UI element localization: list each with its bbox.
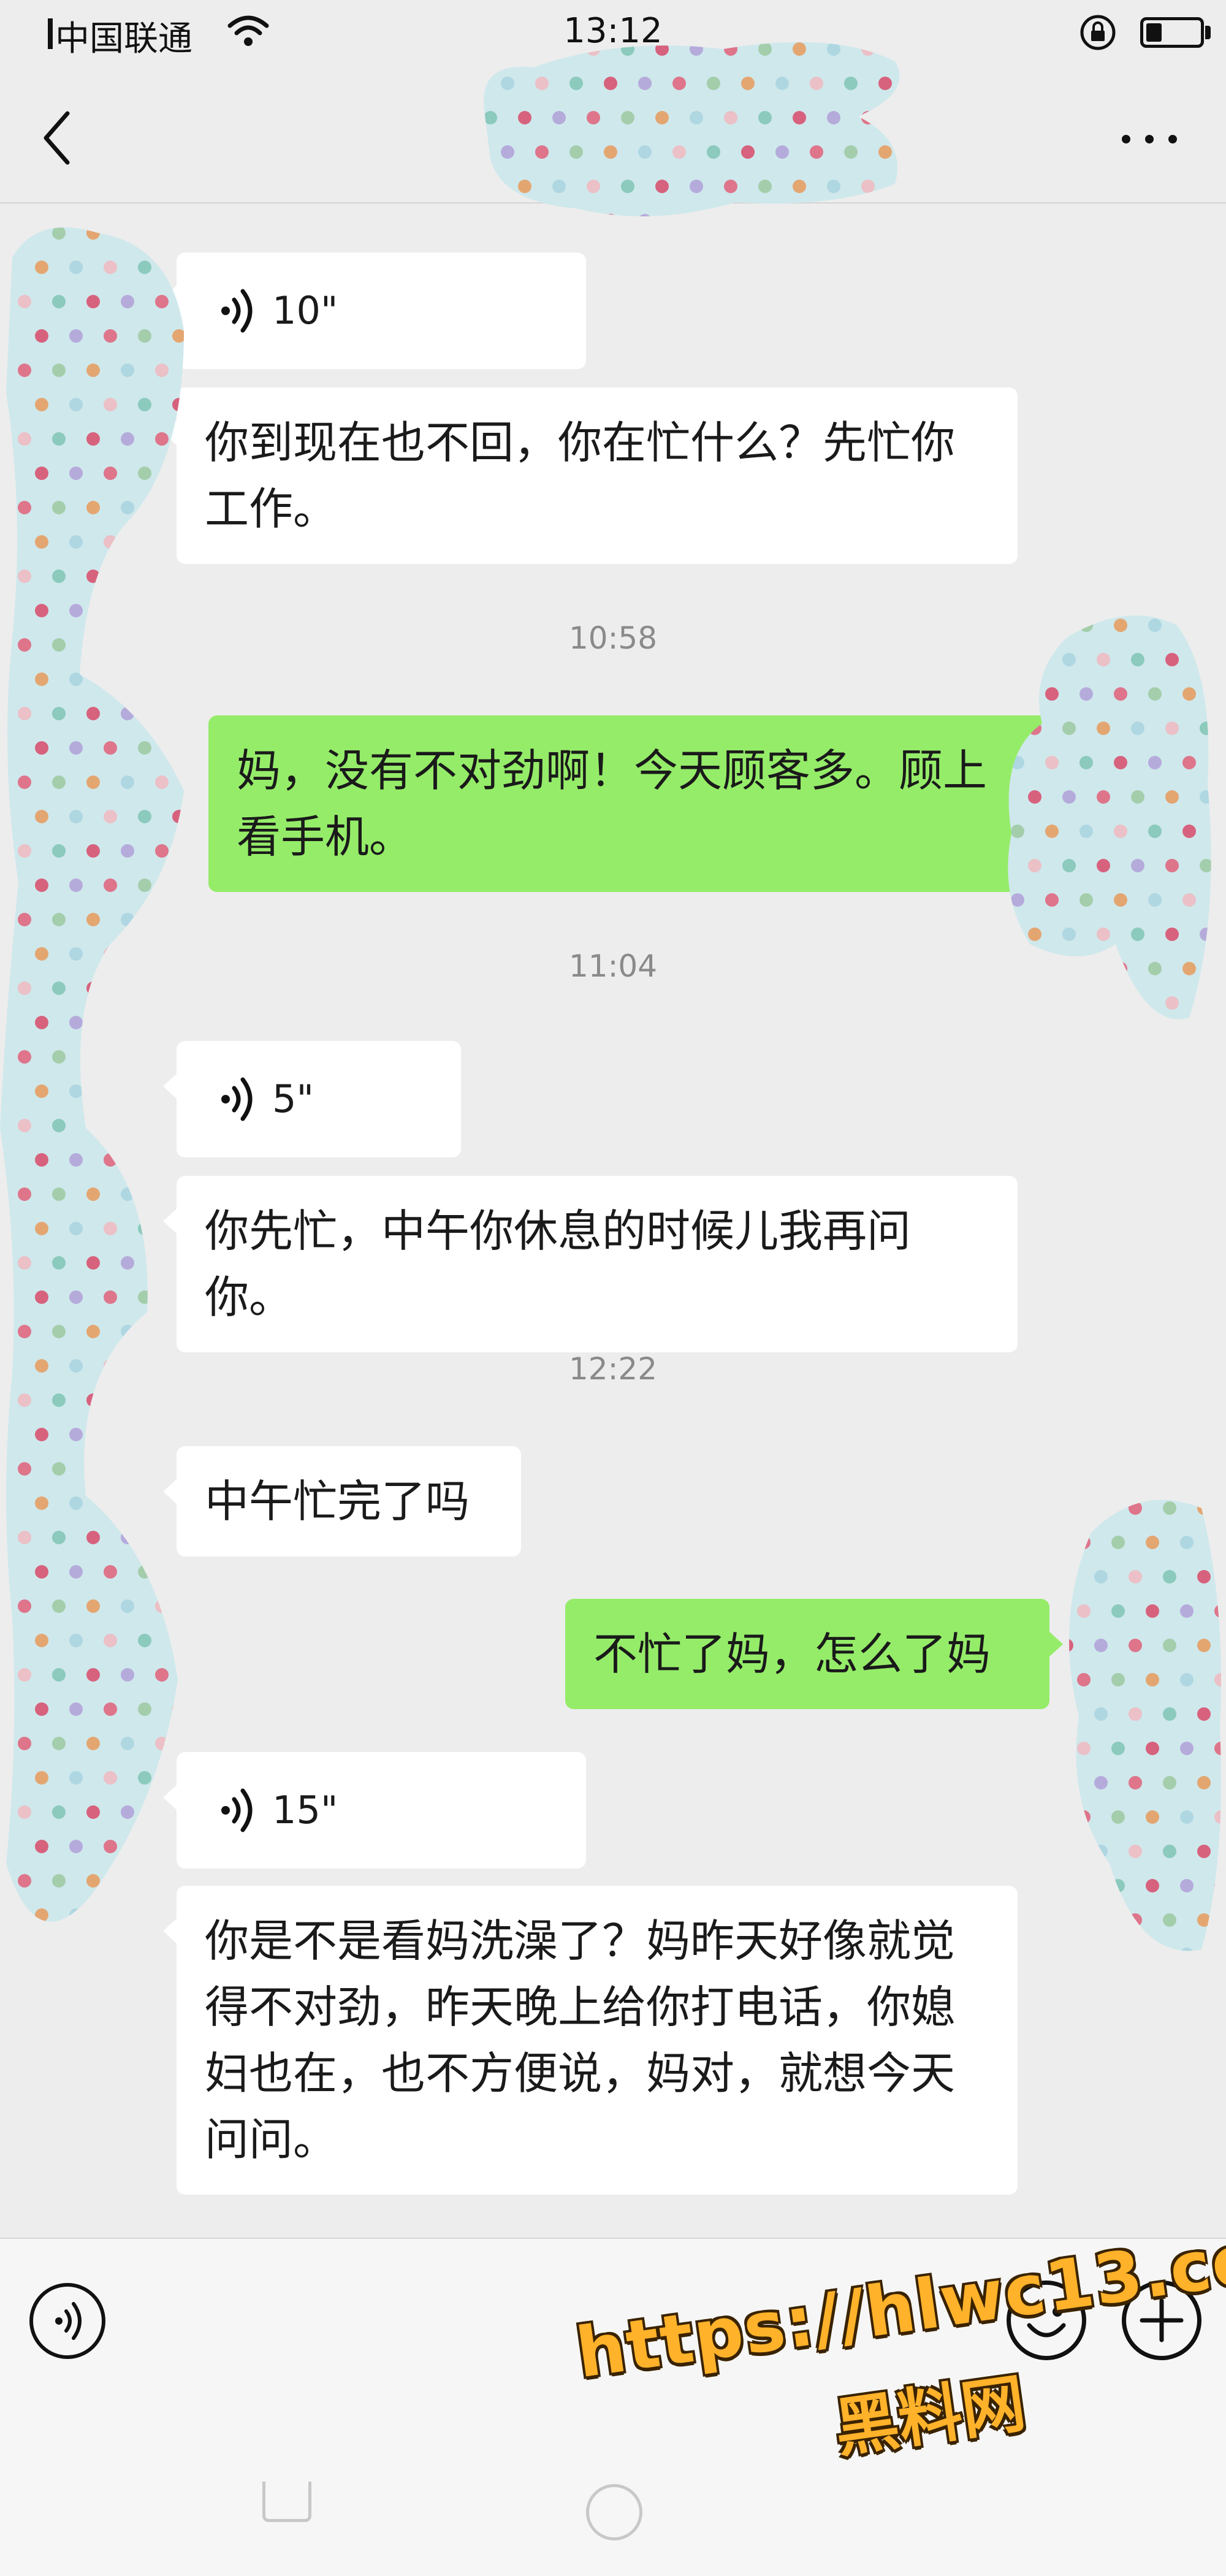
rotation-lock-icon bbox=[1080, 15, 1116, 50]
battery-icon bbox=[1140, 17, 1204, 48]
voice-wave-icon bbox=[221, 1788, 253, 1832]
battery-tip bbox=[1205, 26, 1211, 39]
redaction-mask-avatar-left-1 bbox=[0, 227, 184, 1922]
voice-wave-icon bbox=[221, 289, 253, 333]
voice-message[interactable]: 5" bbox=[163, 1041, 461, 1157]
back-button[interactable] bbox=[31, 104, 86, 172]
recent-apps-icon[interactable] bbox=[262, 2482, 311, 2522]
voice-duration: 5" bbox=[272, 1077, 314, 1121]
text-message[interactable]: 中午忙完了吗 bbox=[163, 1446, 521, 1557]
voice-duration: 15" bbox=[272, 1788, 338, 1832]
text-message[interactable]: 你是不是看妈洗澡了？妈昨天好像就觉得不对劲，昨天晚上给你打电话，你媳妇也在，也不… bbox=[163, 1886, 1018, 2195]
more-button[interactable] bbox=[1116, 110, 1183, 166]
voice-duration: 10" bbox=[272, 288, 338, 333]
battery-fill bbox=[1146, 23, 1162, 42]
watermark-name: 黑料网 bbox=[830, 2365, 1030, 2466]
redaction-mask-title bbox=[484, 42, 900, 216]
text-message[interactable]: 妈，没有不对劲啊！今天顾客多。顾上看手机。 bbox=[208, 715, 1062, 892]
voice-message[interactable]: 10" bbox=[163, 253, 586, 369]
text-message[interactable]: 你到现在也不回，你在忙什么？先忙你工作。 bbox=[163, 387, 1018, 564]
voice-message[interactable]: 15" bbox=[163, 1752, 586, 1869]
text-message[interactable]: 不忙了妈，怎么了妈 bbox=[565, 1599, 1063, 1709]
voice-wave-icon bbox=[221, 1077, 253, 1121]
redaction-mask-avatar-right-1 bbox=[1008, 615, 1211, 1019]
redaction-mask-avatar-right-2 bbox=[1069, 1499, 1221, 1951]
text-message[interactable]: 你先忙，中午你休息的时候儿我再问你。 bbox=[163, 1176, 1018, 1352]
voice-toggle-icon[interactable] bbox=[29, 2283, 105, 2359]
